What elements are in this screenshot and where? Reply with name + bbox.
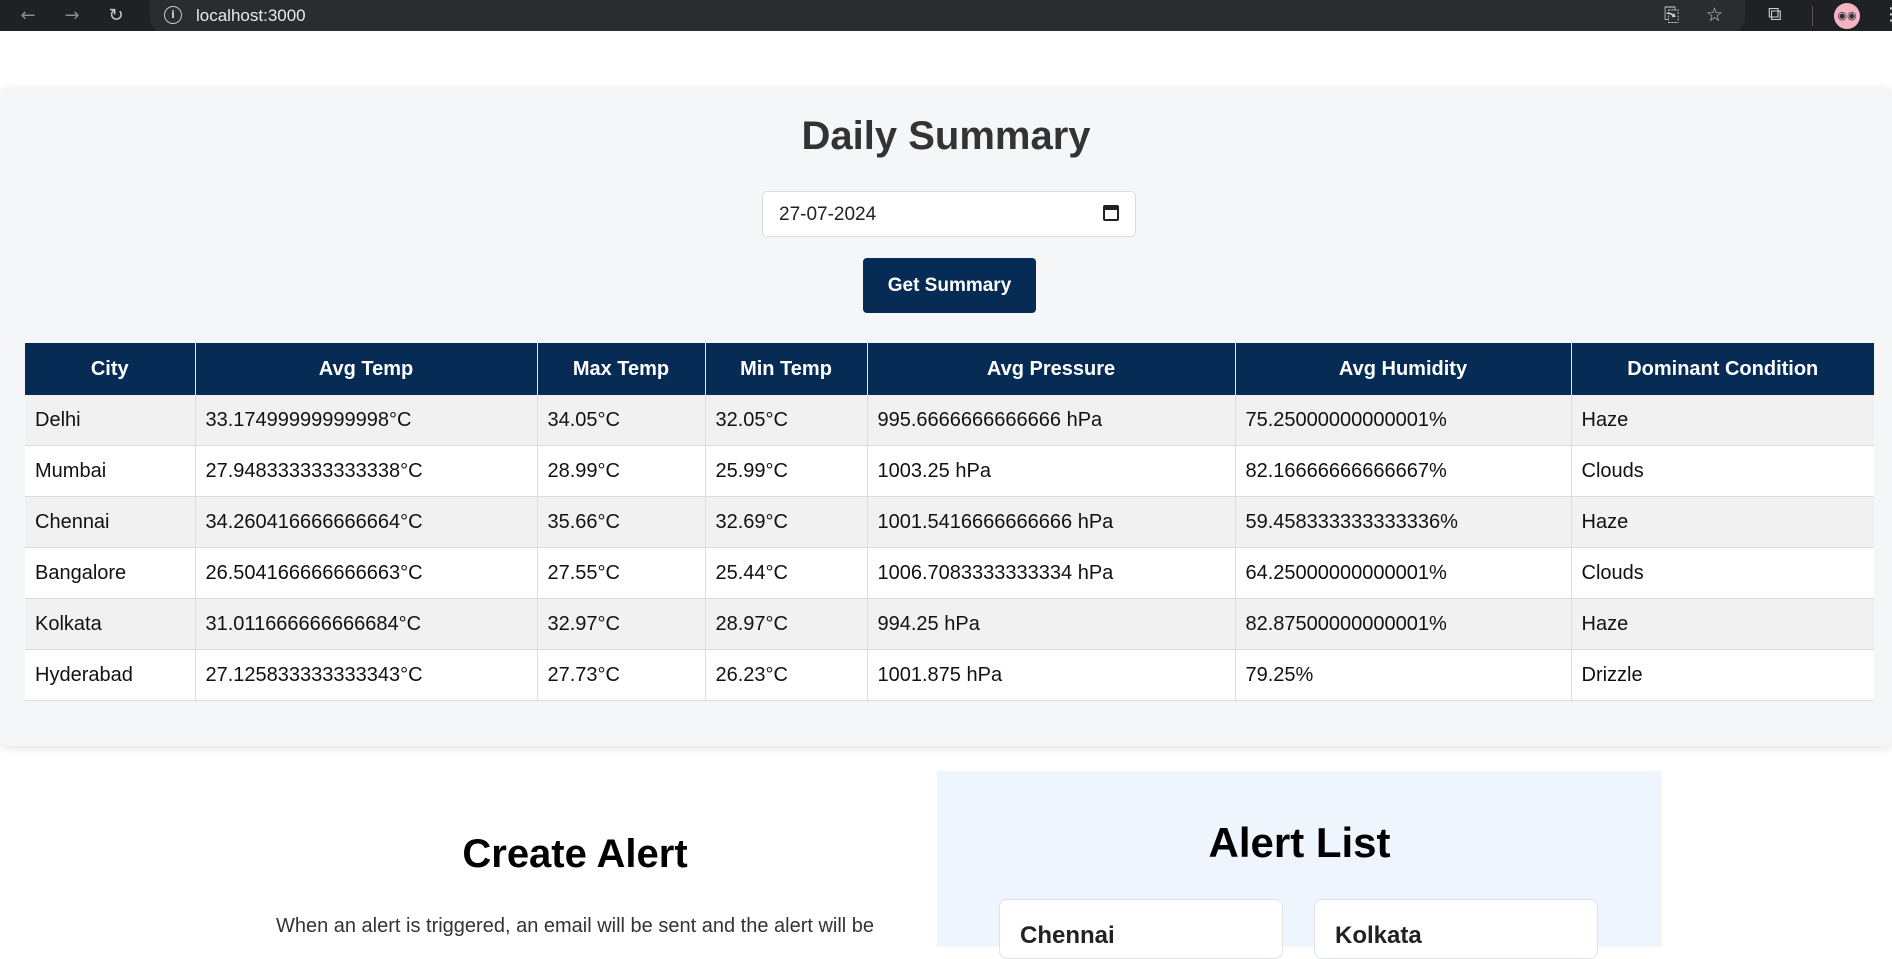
- table-cell: 64.25000000000001%: [1235, 547, 1572, 599]
- table-row: Chennai 34.260416666666664°C 35.66°C 32.…: [25, 496, 1874, 548]
- table-cell: 82.87500000000001%: [1235, 598, 1572, 650]
- back-icon[interactable]: ←: [13, 0, 43, 31]
- table-cell: 1001.5416666666666 hPa: [867, 496, 1236, 548]
- star-icon[interactable]: ☆: [1706, 4, 1723, 26]
- table-header-row: City Avg Temp Max Temp Min Temp Avg Pres…: [25, 343, 1874, 395]
- table-cell: 59.458333333333336%: [1235, 496, 1572, 548]
- alert-list-panel: Alert List Chennai Kolkata: [937, 771, 1662, 959]
- table-cell: 34.260416666666664°C: [195, 496, 538, 548]
- table-cell: 25.44°C: [705, 547, 868, 599]
- table-cell: Clouds: [1571, 445, 1874, 497]
- column-header: City: [25, 343, 196, 395]
- alert-card[interactable]: Chennai: [999, 899, 1283, 959]
- table-cell: Chennai: [25, 496, 196, 548]
- table-cell: 26.504166666666663°C: [195, 547, 538, 599]
- table-cell: 28.99°C: [537, 445, 706, 497]
- info-icon[interactable]: i: [164, 6, 182, 24]
- table-cell: 82.16666666666667%: [1235, 445, 1572, 497]
- alert-card[interactable]: Kolkata: [1314, 899, 1598, 959]
- table-cell: Haze: [1571, 395, 1874, 446]
- calendar-icon[interactable]: [1103, 205, 1119, 221]
- menu-icon[interactable]: ⋮: [1882, 4, 1892, 25]
- table-cell: Drizzle: [1571, 649, 1874, 701]
- table-cell: Hyderabad: [25, 649, 196, 701]
- alert-list-title: Alert List: [1208, 819, 1391, 866]
- table-cell: Bangalore: [25, 547, 196, 599]
- table-cell: 1003.25 hPa: [867, 445, 1236, 497]
- toolbar-divider: [1812, 6, 1813, 26]
- table-cell: 28.97°C: [705, 598, 868, 650]
- table-row: Hyderabad 27.125833333333343°C 27.73°C 2…: [25, 649, 1874, 701]
- alert-card-city: Kolkata: [1335, 922, 1422, 949]
- url-text: localhost:3000: [196, 6, 306, 25]
- install-icon[interactable]: ⎘: [1664, 4, 1679, 26]
- table-cell: 1006.7083333333334 hPa: [867, 547, 1236, 599]
- table-row: Kolkata 31.011666666666684°C 32.97°C 28.…: [25, 598, 1874, 650]
- table-cell: 27.125833333333343°C: [195, 649, 538, 701]
- column-header: Min Temp: [705, 343, 868, 395]
- table-cell: 25.99°C: [705, 445, 868, 497]
- table-cell: Mumbai: [25, 445, 196, 497]
- date-value: 27-07-2024: [779, 204, 877, 225]
- column-header: Avg Humidity: [1235, 343, 1572, 395]
- date-input[interactable]: 27-07-2024: [762, 191, 1136, 237]
- reload-icon[interactable]: ↻: [101, 0, 131, 31]
- table-cell: Haze: [1571, 496, 1874, 548]
- table-row: Delhi 33.17499999999998°C 34.05°C 32.05°…: [25, 395, 1874, 446]
- get-summary-button[interactable]: Get Summary: [863, 258, 1036, 313]
- table-cell: 26.23°C: [705, 649, 868, 701]
- table-cell: 33.17499999999998°C: [195, 395, 538, 446]
- table-cell: 32.97°C: [537, 598, 706, 650]
- browser-toolbar: ← → ↻ i localhost:3000 ⎘ ☆ ⧉ ◉◉ ⋮: [0, 0, 1892, 35]
- table-cell: Clouds: [1571, 547, 1874, 599]
- profile-avatar[interactable]: ◉◉: [1834, 3, 1860, 29]
- forward-icon[interactable]: →: [57, 0, 87, 31]
- table-cell: 31.011666666666684°C: [195, 598, 538, 650]
- table-cell: 27.55°C: [537, 547, 706, 599]
- table-cell: 995.6666666666666 hPa: [867, 395, 1236, 446]
- table-cell: Haze: [1571, 598, 1874, 650]
- column-header: Max Temp: [537, 343, 706, 395]
- table-cell: 32.69°C: [705, 496, 868, 548]
- alert-card-city: Chennai: [1020, 922, 1115, 949]
- table-cell: Kolkata: [25, 598, 196, 650]
- table-cell: Delhi: [25, 395, 196, 446]
- page-title: Daily Summary: [801, 114, 1091, 158]
- column-header: Avg Temp: [195, 343, 538, 395]
- column-header: Dominant Condition: [1571, 343, 1874, 395]
- extensions-icon[interactable]: ⧉: [1768, 3, 1782, 25]
- create-alert-description: When an alert is triggered, an email wil…: [275, 915, 875, 937]
- table-row: Bangalore 26.504166666666663°C 27.55°C 2…: [25, 547, 1874, 599]
- address-bar[interactable]: i localhost:3000 ⎘ ☆: [150, 0, 1745, 35]
- table-cell: 27.73°C: [537, 649, 706, 701]
- table-cell: 1001.875 hPa: [867, 649, 1236, 701]
- column-header: Avg Pressure: [867, 343, 1236, 395]
- summary-table: City Avg Temp Max Temp Min Temp Avg Pres…: [25, 343, 1874, 701]
- table-cell: 994.25 hPa: [867, 598, 1236, 650]
- table-cell: 79.25%: [1235, 649, 1572, 701]
- table-cell: 75.25000000000001%: [1235, 395, 1572, 446]
- daily-summary-panel: Daily Summary 27-07-2024 Get Summary Cit…: [0, 88, 1892, 746]
- table-cell: 27.948333333333338°C: [195, 445, 538, 497]
- table-cell: 32.05°C: [705, 395, 868, 446]
- table-row: Mumbai 27.948333333333338°C 28.99°C 25.9…: [25, 445, 1874, 497]
- table-cell: 35.66°C: [537, 496, 706, 548]
- page-top-spacer: [0, 31, 1892, 45]
- table-cell: 34.05°C: [537, 395, 706, 446]
